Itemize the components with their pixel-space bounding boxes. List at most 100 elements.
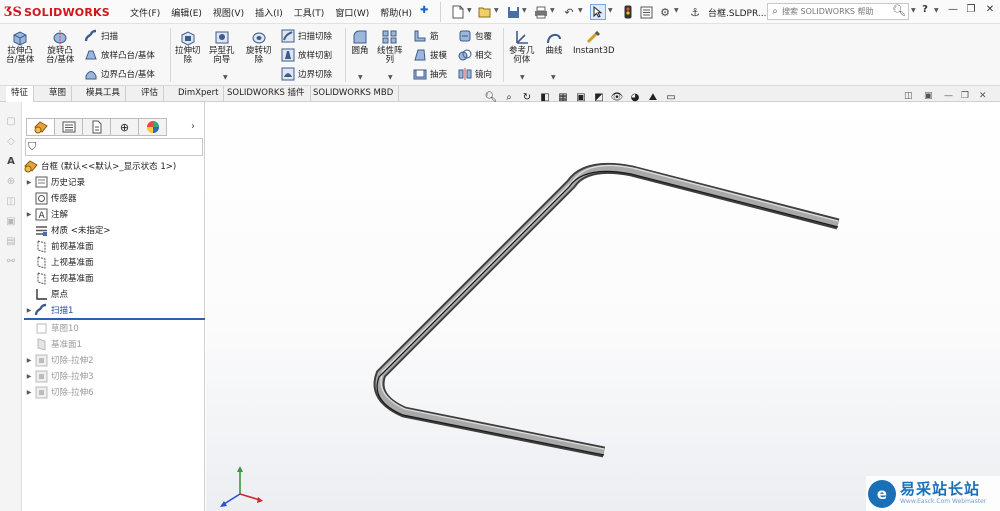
- chevron-down-icon[interactable]: ▼: [608, 7, 613, 14]
- configuration-manager-tab[interactable]: [82, 118, 111, 136]
- menu-file[interactable]: 文件(F): [130, 6, 160, 19]
- sweep-button[interactable]: 扫描: [84, 28, 118, 43]
- tree-item-plane1[interactable]: 基准面1: [34, 336, 82, 352]
- tree-item-sketch10[interactable]: 草图10: [34, 320, 79, 336]
- sweep-frame-model[interactable]: [206, 102, 1000, 511]
- chevron-down-icon[interactable]: ▼: [934, 7, 939, 14]
- fillet-button[interactable]: 圆角: [351, 28, 369, 56]
- feature-manager-tab[interactable]: [26, 118, 55, 136]
- measure-tool-icon[interactable]: ▤: [4, 236, 18, 250]
- annotation-tool-icon[interactable]: A: [4, 156, 18, 170]
- mirror-button[interactable]: 镜向: [458, 66, 492, 81]
- lofted-cut-button[interactable]: 放样切割: [281, 47, 332, 62]
- tab-evaluate[interactable]: 评估: [136, 86, 165, 102]
- tree-item-top-plane[interactable]: 上视基准面: [34, 254, 94, 270]
- menu-window[interactable]: 窗口(W): [335, 6, 369, 19]
- chevron-down-icon[interactable]: ▼: [467, 7, 472, 14]
- chevron-down-icon[interactable]: ▼: [358, 74, 363, 81]
- display-manager-tab[interactable]: [138, 118, 167, 136]
- property-manager-tab[interactable]: [54, 118, 83, 136]
- tree-root[interactable]: 台框 (默认<<默认>_显示状态 1>): [24, 158, 176, 174]
- swept-cut-button[interactable]: 扫描切除: [281, 28, 332, 43]
- revolve-cut-button[interactable]: 旋转切 除: [246, 28, 272, 65]
- chevron-down-icon[interactable]: ▼: [578, 7, 583, 14]
- menu-help[interactable]: 帮助(H): [380, 6, 412, 19]
- sketch-tool-icon[interactable]: ▢: [4, 116, 18, 130]
- rollback-bar[interactable]: [24, 318, 205, 320]
- help-search-input[interactable]: [782, 7, 890, 16]
- tab-mold-tools[interactable]: 模具工具: [81, 86, 127, 102]
- expand-icon[interactable]: ▶: [24, 179, 34, 186]
- tab-dimxpert[interactable]: DimXpert: [173, 86, 225, 102]
- file-properties-icon[interactable]: [638, 4, 654, 20]
- close-icon[interactable]: ✕: [979, 91, 987, 101]
- reference-geometry-button[interactable]: 参考几 何体: [509, 28, 535, 65]
- revolve-boss-button[interactable]: 旋转凸 台/基体: [46, 28, 74, 65]
- tree-item-right-plane[interactable]: 右视基准面: [34, 270, 94, 286]
- tree-item-cut-extrude2[interactable]: ▶ 切除-拉伸2: [24, 352, 93, 368]
- minimize-icon[interactable]: —: [944, 91, 953, 101]
- dimension-tool-icon[interactable]: ◇: [4, 136, 18, 150]
- intersect-button[interactable]: 相交: [458, 47, 492, 62]
- gear-icon[interactable]: ⚙: [657, 4, 673, 20]
- instant3d-button[interactable]: Instant3D: [573, 28, 615, 56]
- draft-button[interactable]: 拔模: [413, 47, 447, 62]
- views-tool-icon[interactable]: ▣: [4, 216, 18, 230]
- chevron-down-icon[interactable]: ▼: [551, 74, 556, 81]
- menu-view[interactable]: 视图(V): [213, 6, 244, 19]
- chevron-down-icon[interactable]: ▼: [550, 7, 555, 14]
- chevron-down-icon[interactable]: ▼: [522, 7, 527, 14]
- tab-features[interactable]: 特征: [6, 86, 35, 102]
- minimize-icon[interactable]: —: [946, 4, 960, 18]
- open-folder-icon[interactable]: [477, 4, 493, 20]
- extrude-cut-button[interactable]: 拉伸切 除: [175, 28, 201, 65]
- expand-icon[interactable]: ▶: [24, 307, 34, 314]
- rib-button[interactable]: 筋: [413, 28, 439, 43]
- relations-tool-icon[interactable]: ⊕: [4, 176, 18, 190]
- extrude-boss-button[interactable]: 拉伸凸 台/基体: [6, 28, 34, 65]
- pin-menu-icon[interactable]: ✚: [420, 5, 428, 16]
- select-arrow-icon[interactable]: [590, 4, 606, 20]
- save-icon[interactable]: [505, 4, 521, 20]
- close-icon[interactable]: ✕: [983, 4, 997, 18]
- menu-insert[interactable]: 插入(I): [255, 6, 283, 19]
- curves-button[interactable]: 曲线: [545, 28, 563, 56]
- menu-tools[interactable]: 工具(T): [294, 6, 325, 19]
- dimxpert-manager-tab[interactable]: ⊕: [110, 118, 139, 136]
- boundary-cut-button[interactable]: 边界切除: [281, 66, 332, 81]
- anchor-icon[interactable]: ⚓: [687, 4, 703, 20]
- hole-wizard-button[interactable]: 异型孔 向导: [209, 28, 235, 65]
- undo-icon[interactable]: ↶: [561, 4, 577, 20]
- link-tool-icon[interactable]: ⚯: [4, 256, 18, 270]
- restore-icon[interactable]: ❐: [961, 91, 969, 101]
- tree-item-cut-extrude3[interactable]: ▶ 切除-拉伸3: [24, 368, 93, 384]
- split-view-icon[interactable]: ▣: [924, 91, 933, 101]
- chevron-down-icon[interactable]: ▼: [223, 74, 228, 81]
- restore-icon[interactable]: ❐: [964, 4, 978, 18]
- loft-boss-button[interactable]: 放样凸台/基体: [84, 47, 155, 62]
- help-search-box[interactable]: ⌕ 🔍︎: [767, 3, 909, 20]
- tab-solidworks-addins[interactable]: SOLIDWORKS 插件: [222, 86, 311, 102]
- expand-panel-icon[interactable]: ◫: [904, 91, 913, 101]
- feature-filter[interactable]: ⛉: [25, 138, 203, 156]
- tree-item-history[interactable]: ▶ 历史记录: [24, 174, 85, 190]
- traffic-light-icon[interactable]: [620, 4, 636, 20]
- help-icon[interactable]: ?: [918, 4, 932, 18]
- expand-icon[interactable]: ▶: [24, 357, 34, 364]
- new-document-icon[interactable]: [450, 4, 466, 20]
- chevron-down-icon[interactable]: ▼: [674, 7, 679, 14]
- chevron-down-icon[interactable]: ▼: [494, 7, 499, 14]
- shell-button[interactable]: 抽壳: [413, 66, 447, 81]
- wrap-button[interactable]: 包覆: [458, 28, 492, 43]
- tab-solidworks-mbd[interactable]: SOLIDWORKS MBD: [308, 86, 400, 102]
- expand-icon[interactable]: ▶: [24, 373, 34, 380]
- chevron-down-icon[interactable]: ▼: [911, 7, 916, 14]
- solidworks-logo[interactable]: ƷS SOLIDWORKS: [4, 4, 110, 20]
- chevron-down-icon[interactable]: ▼: [388, 74, 393, 81]
- display-tool-icon[interactable]: ◫: [4, 196, 18, 210]
- expand-icon[interactable]: ▶: [24, 211, 34, 218]
- graphics-area[interactable]: 🔍︎ ⌕ ↻ ◧ ▦ ▣ ◩ 👁︎ ◕ ⛰ ▭ ◫ ▣ — ❐ ✕ e 易采站长…: [206, 91, 1000, 511]
- tree-item-annotations[interactable]: ▶ A 注解: [24, 206, 68, 222]
- print-icon[interactable]: [533, 4, 549, 20]
- expand-icon[interactable]: ▶: [24, 389, 34, 396]
